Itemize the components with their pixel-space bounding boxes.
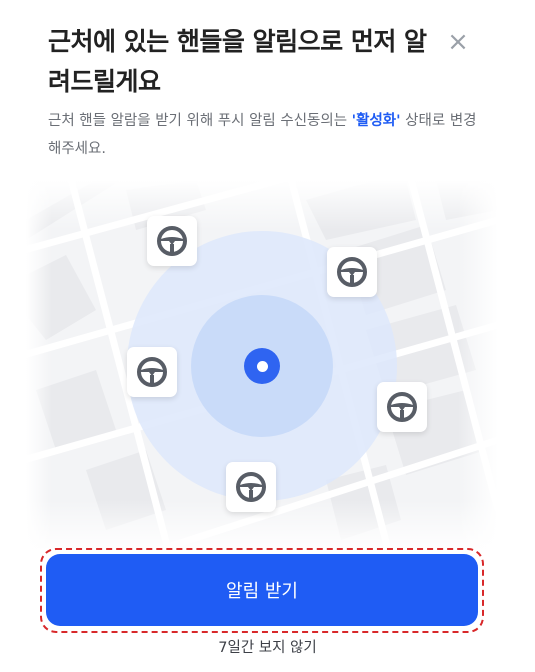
- steering-wheel-icon: [327, 247, 377, 297]
- dialog-title: 근처에 있는 핸들을 알림으로 먼저 알려드릴게요: [48, 27, 427, 96]
- description-text: 근처 핸들 알람을 받기 위해 푸시 알림 수신동의는: [48, 113, 352, 129]
- steering-wheel-icon: [226, 462, 276, 512]
- steering-wheel-icon: [127, 347, 177, 397]
- dont-show-7-days-link[interactable]: 7일간 보지 않기: [0, 636, 535, 657]
- steering-wheel-icon: [377, 382, 427, 432]
- receive-notifications-button[interactable]: 알림 받기: [46, 554, 478, 626]
- description-highlight: '활성화': [351, 113, 401, 129]
- current-location-icon: [244, 348, 280, 384]
- close-icon[interactable]: ×: [444, 28, 472, 56]
- nearby-map: [26, 180, 498, 550]
- dialog-description: 근처 핸들 알람을 받기 위해 푸시 알림 수신동의는 '활성화' 상태로 변경…: [48, 107, 488, 163]
- steering-wheel-icon: [147, 216, 197, 266]
